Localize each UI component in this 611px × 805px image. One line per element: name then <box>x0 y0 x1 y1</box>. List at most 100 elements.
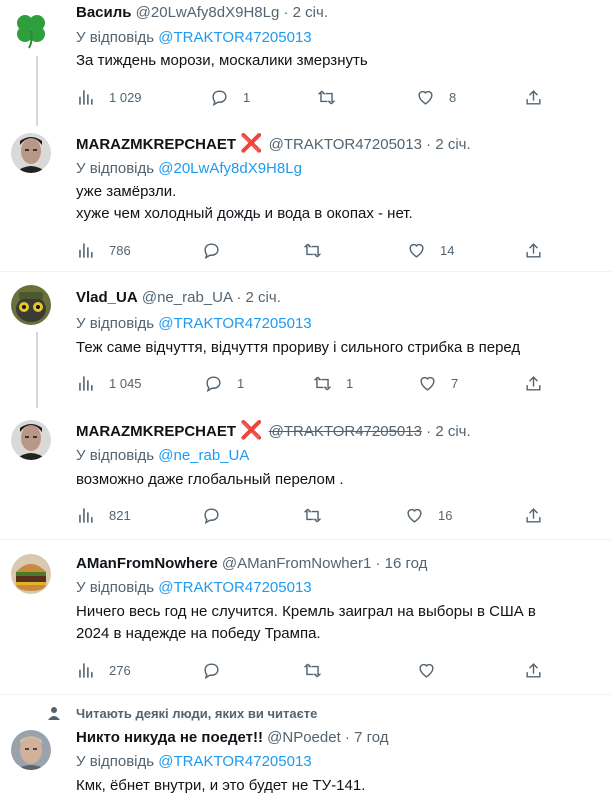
tweet-5[interactable]: AManFromNowhere @AManFromNowher1 · 16 го… <box>0 545 611 695</box>
handle[interactable]: @20LwAfy8dX9H8Lg <box>136 4 280 21</box>
reply-to-link[interactable]: @TRAKTOR47205013 <box>158 579 311 596</box>
reply-button[interactable] <box>202 659 235 681</box>
views-icon <box>79 507 93 523</box>
like-button[interactable]: 14 <box>407 239 454 261</box>
like-button[interactable] <box>417 659 450 681</box>
reply-prefix: У відповідь <box>76 753 155 770</box>
retweet-button[interactable] <box>317 86 350 108</box>
share-icon <box>526 507 541 523</box>
timestamp[interactable]: 16 год <box>385 555 428 572</box>
tweet-header: AManFromNowhere @AManFromNowher1 · 16 го… <box>76 554 427 574</box>
timestamp[interactable]: 2 січ. <box>435 423 470 440</box>
timestamp[interactable]: 2 січ. <box>435 136 470 153</box>
reply-prefix: У відповідь <box>76 579 155 596</box>
timestamp[interactable]: 7 год <box>354 729 388 746</box>
avatar-man-1[interactable] <box>11 133 51 173</box>
retweet-icon <box>303 508 322 522</box>
like-button[interactable]: 7 <box>418 372 458 394</box>
tweet-text-line: За тиждень морози, москалики змерзнуть <box>76 52 368 69</box>
retweet-icon <box>317 90 336 104</box>
display-name[interactable]: AManFromNowhere <box>76 555 218 572</box>
divider <box>0 539 611 540</box>
handle[interactable]: @NPoedet <box>267 729 341 746</box>
tweet-text-line: 2024 в надежде на победу Трампа. <box>76 625 321 642</box>
cross-mark-icon: ❌ <box>240 420 263 440</box>
reply-context: У відповідь @TRAKTOR47205013 <box>76 28 312 48</box>
like-button[interactable]: 16 <box>405 504 452 526</box>
heart-icon <box>419 663 434 678</box>
display-name[interactable]: Vlad_UA <box>76 289 138 306</box>
heart-icon <box>420 376 435 391</box>
tweet-1[interactable]: Василь @20LwAfy8dX9H8Lg · 2 січ. У відпо… <box>0 0 611 130</box>
handle[interactable]: @TRAKTOR47205013 <box>269 423 422 440</box>
display-name[interactable]: MARAZMKREPCHAET <box>76 423 236 440</box>
views-button[interactable]: 786 <box>76 239 131 261</box>
retweet-button[interactable]: 1 <box>313 372 353 394</box>
avatar-man-2[interactable] <box>11 420 51 460</box>
action-bar: 821 16 <box>76 504 546 526</box>
handle[interactable]: @ne_rab_UA <box>142 289 232 306</box>
reply-button[interactable] <box>202 504 235 526</box>
reply-context: У відповідь @20LwAfy8dX9H8Lg <box>76 159 302 179</box>
display-name[interactable]: MARAZMKREPCHAET <box>76 136 236 153</box>
reply-to-link[interactable]: @20LwAfy8dX9H8Lg <box>158 160 302 177</box>
tweet-6[interactable]: Читають деякі люди, яких ви читаєте Никт… <box>0 695 611 805</box>
display-name[interactable]: Василь <box>76 4 132 21</box>
avatar-clover[interactable] <box>11 9 51 49</box>
reply-prefix: У відповідь <box>76 29 155 46</box>
tweet-text-line: уже замёрзли. <box>76 183 177 200</box>
reply-to-link[interactable]: @TRAKTOR47205013 <box>158 753 311 770</box>
avatar-man-3[interactable] <box>11 730 51 770</box>
share-button[interactable] <box>524 239 557 261</box>
reply-icon <box>204 507 219 524</box>
views-count: 276 <box>109 662 131 678</box>
views-button[interactable]: 1 029 <box>76 86 142 108</box>
heart-icon <box>409 243 424 258</box>
reply-to-link[interactable]: @ne_rab_UA <box>158 447 249 464</box>
retweet-icon <box>313 376 332 390</box>
reply-prefix: У відповідь <box>76 315 155 332</box>
reply-icon <box>206 375 221 392</box>
action-bar: 1 029 1 8 <box>76 86 546 108</box>
retweet-button[interactable] <box>303 659 336 681</box>
retweet-button[interactable] <box>303 239 336 261</box>
reply-prefix: У відповідь <box>76 447 155 464</box>
tweet-3[interactable]: Vlad_UA @ne_rab_UA · 2 січ. У відповідь … <box>0 282 611 408</box>
views-icon <box>79 662 93 678</box>
display-name[interactable]: Никто никуда не поедет!! <box>76 729 263 746</box>
reply-button[interactable] <box>202 239 235 261</box>
timestamp[interactable]: 2 січ. <box>293 4 328 21</box>
views-button[interactable]: 1 045 <box>76 372 142 394</box>
tweet-2[interactable]: MARAZMKREPCHAET ❌ @TRAKTOR47205013 · 2 сі… <box>0 130 611 270</box>
reply-to-link[interactable]: @TRAKTOR47205013 <box>158 315 311 332</box>
timestamp[interactable]: 2 січ. <box>246 289 281 306</box>
like-button[interactable]: 8 <box>416 86 456 108</box>
handle[interactable]: @AManFromNowher1 <box>222 555 371 572</box>
like-count: 7 <box>451 375 459 391</box>
share-button[interactable] <box>524 86 557 108</box>
views-button[interactable]: 276 <box>76 659 131 681</box>
handle[interactable]: @TRAKTOR47205013 <box>269 136 422 153</box>
retweet-button[interactable] <box>303 504 336 526</box>
tweet-text: За тиждень морози, москалики змерзнуть <box>76 50 606 72</box>
avatar-burger[interactable] <box>11 554 51 594</box>
share-icon <box>526 375 541 391</box>
action-bar: 276 <box>76 659 546 681</box>
views-button[interactable]: 821 <box>76 504 131 526</box>
separator-dot: · <box>426 136 432 153</box>
share-button[interactable] <box>524 372 557 394</box>
reply-button[interactable]: 1 <box>204 372 244 394</box>
tweet-4[interactable]: MARAZMKREPCHAET ❌ @TRAKTOR47205013 · 2 сі… <box>0 408 611 538</box>
views-icon <box>79 242 93 258</box>
avatar-cat[interactable] <box>11 285 51 325</box>
tweet-header: Vlad_UA @ne_rab_UA · 2 січ. <box>76 288 281 308</box>
reply-button[interactable]: 1 <box>210 86 250 108</box>
reply-context: У відповідь @TRAKTOR47205013 <box>76 314 312 334</box>
share-icon <box>526 242 541 258</box>
like-count: 14 <box>440 242 455 258</box>
share-button[interactable] <box>524 659 557 681</box>
reply-to-link[interactable]: @TRAKTOR47205013 <box>158 29 311 46</box>
share-button[interactable] <box>524 504 557 526</box>
action-bar: 1 045 1 1 7 <box>76 372 546 394</box>
views-count: 821 <box>109 507 131 523</box>
